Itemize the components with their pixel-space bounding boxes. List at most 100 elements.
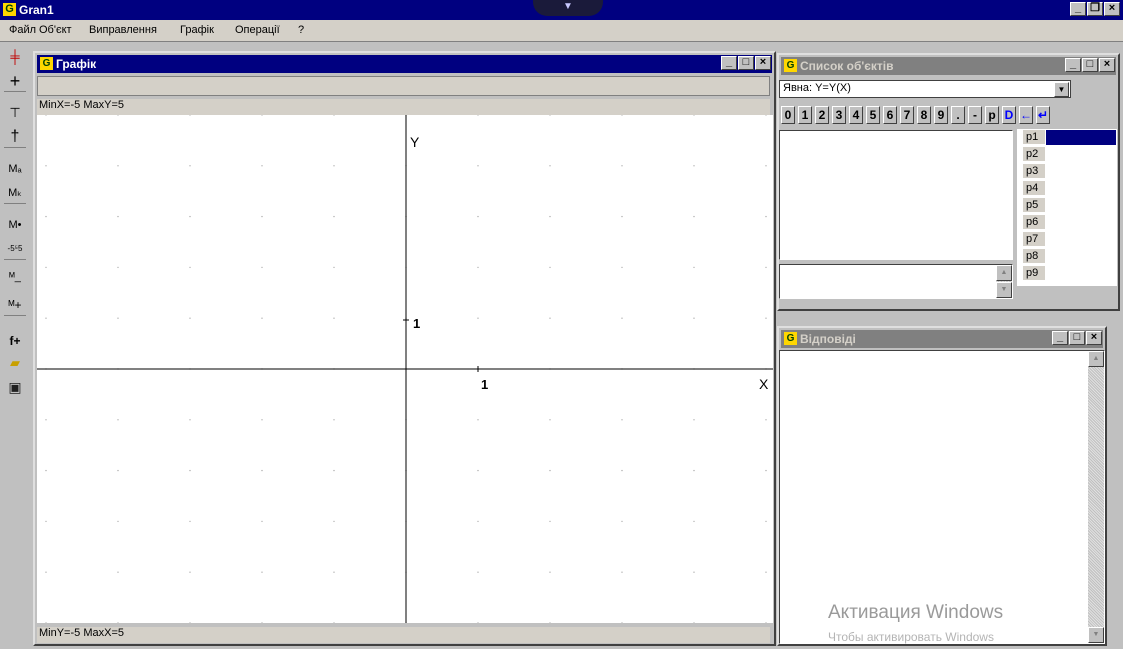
answers-scroll-up-icon[interactable]: ▲ xyxy=(1088,351,1104,367)
key-dot[interactable]: . xyxy=(951,106,965,124)
menubar: Файл Об'єкт Виправлення Графік Операції … xyxy=(0,20,1123,42)
grid-dot xyxy=(477,215,479,218)
grid-dot xyxy=(765,622,767,623)
dropdown-tab[interactable]: ▼ xyxy=(533,0,603,16)
axes-red-icon[interactable]: ╪ xyxy=(4,46,26,68)
param-p7[interactable]: p7 xyxy=(1023,232,1045,247)
object-expression-field[interactable] xyxy=(779,264,1013,299)
grid-dot xyxy=(333,419,335,421)
answers-window-controls: _ □ × xyxy=(1051,331,1102,345)
answers-close-icon[interactable]: × xyxy=(1086,331,1102,345)
m-plus-tool-icon[interactable]: ᴹ+ xyxy=(4,294,26,316)
menu-file[interactable]: Файл xyxy=(9,24,36,36)
grid-dot xyxy=(477,622,479,623)
key-d[interactable]: D xyxy=(1002,106,1016,124)
enter-icon[interactable]: ↵ xyxy=(1036,106,1050,124)
param-p3[interactable]: p3 xyxy=(1023,164,1045,179)
app-titlebar: G Gran1 ▼ _ ❐ × xyxy=(0,0,1123,20)
menu-object[interactable]: Об'єкт xyxy=(39,24,72,36)
scroll-up-icon[interactable]: ▲ xyxy=(996,265,1012,281)
grid-dot xyxy=(693,266,695,269)
restore-icon[interactable]: ❐ xyxy=(1087,2,1103,16)
y-axis-label: Y xyxy=(410,134,420,150)
grid-dot xyxy=(45,115,47,116)
graph-canvas[interactable]: X Y 1 1 xyxy=(37,115,773,623)
function-type-select[interactable]: Явна: Y=Y(X) ▼ xyxy=(779,80,1071,98)
param-p4[interactable]: p4 xyxy=(1023,181,1045,196)
answers-minimize-icon[interactable]: _ xyxy=(1052,331,1068,345)
objects-close-icon[interactable]: × xyxy=(1099,58,1115,72)
answers-scrollbar[interactable]: ▲ ▼ xyxy=(1088,351,1104,643)
grid-dot xyxy=(549,115,551,116)
param-p5[interactable]: p5 xyxy=(1023,198,1045,213)
key-minus[interactable]: - xyxy=(968,106,982,124)
key-6[interactable]: 6 xyxy=(883,106,897,124)
backspace-icon[interactable]: ← xyxy=(1019,106,1033,124)
key-0[interactable]: 0 xyxy=(781,106,795,124)
scale-tool-icon[interactable]: -5⁵5 xyxy=(4,238,26,260)
vertical-shift-icon[interactable]: ⊤ xyxy=(4,102,26,124)
grid-dot xyxy=(621,469,623,472)
open-folder-icon[interactable]: ▰ xyxy=(4,352,26,374)
save-floppy-icon[interactable]: ▣ xyxy=(4,376,26,398)
graph-close-icon[interactable]: × xyxy=(755,56,771,70)
menu-operations[interactable]: Операції xyxy=(235,24,280,36)
graph-plot[interactable]: X Y 1 1 xyxy=(37,115,773,623)
app-window-controls: _ ❐ × xyxy=(1069,2,1120,16)
grid-dot xyxy=(189,317,191,319)
gran-app-icon[interactable]: G xyxy=(3,3,16,16)
objects-window-titlebar[interactable]: G Список об'єктів _ □ × xyxy=(781,57,1116,75)
key-8[interactable]: 8 xyxy=(917,106,931,124)
grid-dot xyxy=(333,317,335,319)
param-p1[interactable]: p1 xyxy=(1023,130,1045,145)
menu-graph[interactable]: Графік xyxy=(180,24,214,36)
objects-maximize-icon[interactable]: □ xyxy=(1082,58,1098,72)
expression-scrollbar[interactable]: ▲ ▼ xyxy=(996,265,1012,298)
graph-maximize-icon[interactable]: □ xyxy=(738,56,754,70)
param-p2[interactable]: p2 xyxy=(1023,147,1045,162)
x-axis-label: X xyxy=(759,376,769,392)
objects-minimize-icon[interactable]: _ xyxy=(1065,58,1081,72)
answers-content[interactable] xyxy=(779,350,1105,644)
graph-bottom-status: MinY=-5 MaxX=5 xyxy=(37,627,770,643)
key-3[interactable]: 3 xyxy=(832,106,846,124)
grid-dot xyxy=(621,165,623,167)
tilted-cross-icon[interactable]: † xyxy=(4,126,26,148)
objects-list[interactable] xyxy=(779,130,1013,260)
key-1[interactable]: 1 xyxy=(798,106,812,124)
graph-input-bar[interactable] xyxy=(37,76,770,96)
grid-dot xyxy=(45,266,47,269)
minimize-icon[interactable]: _ xyxy=(1070,2,1086,16)
answers-maximize-icon[interactable]: □ xyxy=(1069,331,1085,345)
key-4[interactable]: 4 xyxy=(849,106,863,124)
m-dot-tool-icon[interactable]: M• xyxy=(4,214,26,236)
graph-top-status: MinX=-5 MaxY=5 xyxy=(37,99,770,115)
chevron-down-icon[interactable]: ▼ xyxy=(1054,82,1069,97)
close-icon[interactable]: × xyxy=(1104,2,1120,16)
cross-icon[interactable]: + xyxy=(4,70,26,92)
param-p8[interactable]: p8 xyxy=(1023,249,1045,264)
ma-tool-icon[interactable]: Mₐ xyxy=(4,158,26,180)
scroll-down-icon[interactable]: ▼ xyxy=(996,282,1012,298)
grid-dot xyxy=(333,469,335,472)
key-9[interactable]: 9 xyxy=(934,106,948,124)
graph-minimize-icon[interactable]: _ xyxy=(721,56,737,70)
f-plus-tool-icon[interactable]: f+ xyxy=(4,330,26,352)
grid-dot xyxy=(693,622,695,623)
answers-scroll-down-icon[interactable]: ▼ xyxy=(1088,627,1104,643)
m-minus-tool-icon[interactable]: ᴹ_ xyxy=(4,266,26,288)
param-selection xyxy=(1046,130,1116,145)
graph-window-titlebar[interactable]: G Графік _ □ × xyxy=(37,55,772,73)
grid-dot xyxy=(549,419,551,421)
menu-edit[interactable]: Виправлення xyxy=(89,24,157,36)
key-p[interactable]: p xyxy=(985,106,999,124)
param-p9[interactable]: p9 xyxy=(1023,266,1045,281)
key-7[interactable]: 7 xyxy=(900,106,914,124)
key-5[interactable]: 5 xyxy=(866,106,880,124)
param-p6[interactable]: p6 xyxy=(1023,215,1045,230)
graph-window-controls: _ □ × xyxy=(720,56,771,70)
menu-help[interactable]: ? xyxy=(298,24,304,36)
mk-tool-icon[interactable]: Mₖ xyxy=(4,182,26,204)
answers-window-titlebar[interactable]: G Відповіді _ □ × xyxy=(781,330,1103,348)
key-2[interactable]: 2 xyxy=(815,106,829,124)
